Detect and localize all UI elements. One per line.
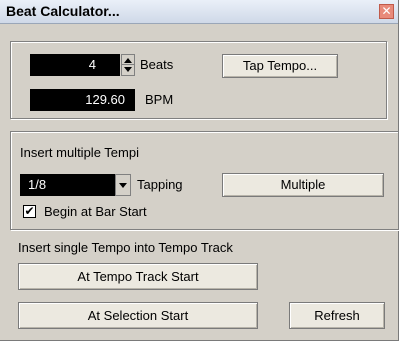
at-selection-start-button[interactable]: At Selection Start [18,302,258,329]
tap-tempo-button-label: Tap Tempo... [242,58,318,73]
refresh-button[interactable]: Refresh [289,302,385,329]
multiple-button-label: Multiple [280,177,326,192]
spin-down-icon[interactable] [124,67,132,72]
beats-label: Beats [140,57,174,72]
begin-at-bar-start-checkbox[interactable]: ✔ [23,205,36,218]
refresh-button-label: Refresh [314,308,360,323]
multiple-button[interactable]: Multiple [222,173,384,197]
single-tempo-heading: Insert single Tempo into Tempo Track [18,240,233,255]
beats-field[interactable]: 4 [30,54,120,76]
tapping-label: Tapping [137,177,183,192]
chevron-down-icon [119,183,127,188]
begin-at-bar-start-label: Begin at Bar Start [44,204,147,219]
beats-value: 4 [88,57,96,72]
at-tempo-track-start-button[interactable]: At Tempo Track Start [18,263,258,290]
tap-tempo-button[interactable]: Tap Tempo... [222,54,338,78]
bpm-field[interactable]: 129.60 [30,89,135,111]
spinner-divider [122,64,134,65]
beats-spinner[interactable] [121,54,135,76]
tapping-value: 1/8 [28,177,47,192]
close-icon[interactable]: ✕ [379,4,394,19]
tapping-dropdown-arrow[interactable] [115,174,131,196]
title-bar[interactable]: Beat Calculator... ✕ [0,0,398,24]
at-selection-start-label: At Selection Start [87,308,189,323]
beat-calculator-window: Beat Calculator... ✕ 4 Beats Tap Tempo..… [0,0,399,341]
window-title: Beat Calculator... [6,3,120,19]
tapping-dropdown[interactable]: 1/8 [20,174,116,196]
at-tempo-track-start-label: At Tempo Track Start [77,269,199,284]
multiple-tempi-heading: Insert multiple Tempi [20,145,139,160]
check-icon: ✔ [24,204,35,218]
spin-up-icon[interactable] [124,58,132,63]
bpm-label: BPM [145,92,174,107]
bpm-value: 129.60 [85,92,125,107]
